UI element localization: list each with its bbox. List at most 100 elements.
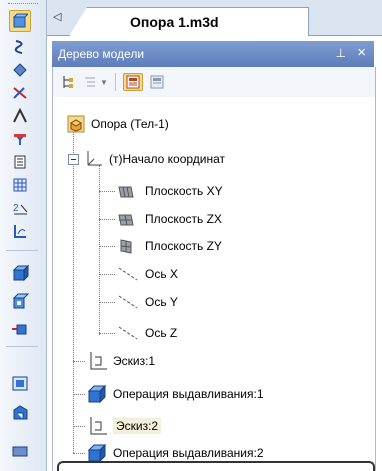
tree-connector: [99, 191, 115, 192]
axis-line-icon: [118, 326, 138, 340]
cube-icon: [12, 13, 28, 28]
panel-icon: [126, 75, 140, 89]
part-icon: [67, 115, 85, 133]
filter-tree-button[interactable]: [147, 73, 167, 91]
surface-button[interactable]: [9, 372, 31, 394]
curve-icon: [14, 40, 23, 54]
model-editing-mode-button[interactable]: [9, 10, 31, 32]
tree-item-plane-xy[interactable]: Плоскость XY: [117, 182, 223, 200]
shell-button[interactable]: [9, 402, 31, 424]
tree-item-label: Плоскость ZY: [145, 239, 222, 253]
sketch-icon: [14, 225, 26, 238]
auxiliary-geometry-button[interactable]: [9, 82, 31, 104]
toolbar-grip[interactable]: [8, 3, 38, 7]
axis-line-icon: [118, 267, 138, 281]
extrude-icon: [12, 264, 29, 282]
tree-item-extrude-1[interactable]: Операция выдавливания:1: [87, 384, 264, 404]
model-tree-toolbar: ▼: [52, 67, 376, 97]
tree-item-axis-z[interactable]: Ось Z: [117, 324, 177, 342]
angle-icon: [13, 108, 27, 123]
toolbar-separator: [6, 250, 38, 251]
tree-item-plane-zy[interactable]: Плоскость ZY: [117, 237, 222, 255]
tree-view-mode-button[interactable]: [81, 73, 99, 91]
tree-item-sketch-1[interactable]: Эскиз:1: [87, 352, 155, 370]
table-button[interactable]: [9, 174, 31, 196]
tree-item-label: Плоскость ZX: [145, 212, 222, 226]
array-button[interactable]: [9, 318, 31, 340]
chevron-down-icon: ▼: [100, 77, 108, 87]
points-button[interactable]: [9, 59, 31, 81]
collapse-icon[interactable]: [68, 153, 79, 165]
tree-connector: [73, 361, 85, 362]
tree-item-label: (т)Начало координат: [109, 152, 226, 166]
cut-extrude-icon: [12, 293, 29, 309]
pin-icon[interactable]: ⊥: [336, 46, 346, 60]
svg-text:2: 2: [13, 203, 19, 214]
filter-icon: [14, 134, 26, 145]
tree-item-extrude-2[interactable]: Операция выдавливания:2: [87, 443, 264, 463]
measure-button[interactable]: 2: [9, 197, 31, 219]
tree-connector: [73, 453, 85, 454]
tree-item-label: Эскиз:1: [113, 354, 156, 368]
tool-icon: [12, 446, 28, 457]
measure-icon: 2: [13, 203, 28, 215]
plane-icon: [118, 214, 134, 226]
origin-icon: [87, 151, 102, 166]
list-view-icon: [85, 77, 95, 87]
show-tree-button[interactable]: [123, 73, 143, 91]
tree-connector: [73, 426, 85, 427]
extrude-icon: [87, 443, 107, 463]
close-icon[interactable]: ×: [357, 44, 366, 61]
grid-icon: [13, 178, 27, 192]
tab-active-document[interactable]: Опора 1.m3d: [69, 7, 309, 36]
tree-item-origin[interactable]: (т)Начало координат: [68, 150, 225, 168]
model-tree-panel-header: Дерево модели ⊥ ×: [52, 41, 374, 67]
plane-icon: [120, 239, 132, 254]
tree-item-axis-y[interactable]: Ось Y: [117, 293, 178, 311]
tab-label: Опора 1.m3d: [130, 14, 219, 30]
plane-icon: [118, 186, 134, 198]
tree-item-label: Опора (Тел-1): [91, 117, 169, 131]
tree-item-label: Ось X: [145, 267, 178, 281]
tree-structure-button[interactable]: [59, 73, 77, 91]
cut-button[interactable]: [9, 290, 31, 312]
tree-item-label: Ось Z: [145, 326, 178, 340]
left-toolbar: 2: [0, 0, 47, 471]
filter-button[interactable]: [9, 128, 31, 150]
specification-button[interactable]: [9, 151, 31, 173]
tree-connector: [99, 219, 115, 220]
diamond-icon: [13, 63, 27, 77]
tree-connector: [99, 302, 115, 303]
tree-connector: [99, 274, 115, 275]
more-tools-button[interactable]: [9, 440, 31, 462]
sketch-button[interactable]: [9, 220, 31, 242]
tree-item-plane-zx[interactable]: Плоскость ZX: [117, 210, 222, 228]
tree-item-label: Плоскость XY: [145, 184, 223, 198]
tree-connector: [73, 131, 74, 453]
extrude-button[interactable]: [9, 262, 31, 284]
tree-connector: [73, 394, 85, 395]
document-icon: [14, 155, 26, 169]
tree-item-root[interactable]: Опора (Тел-1): [67, 115, 169, 133]
tab-scroll-left-icon[interactable]: ◁: [53, 10, 61, 23]
sketch-icon: [90, 352, 107, 370]
tree-item-axis-x[interactable]: Ось X: [117, 265, 178, 283]
shell-icon: [13, 405, 28, 420]
axis-icon: [13, 87, 27, 99]
tree-item-label: Операция выдавливания:2: [113, 446, 264, 460]
sketch-icon: [90, 417, 107, 435]
tree-view-dropdown[interactable]: ▼: [99, 73, 109, 91]
dimensions-button[interactable]: [9, 105, 31, 127]
horizontal-scrollbar[interactable]: [57, 461, 375, 471]
panel-title: Дерево модели: [58, 47, 145, 61]
tree-structure-icon: [63, 76, 73, 88]
document-tab-bar: ◁ Опора 1.m3d: [47, 0, 382, 36]
toolbar-separator: [6, 346, 38, 347]
array-icon: [12, 324, 27, 335]
tree-item-label: Ось Y: [145, 295, 178, 309]
filter-panel-icon: [150, 75, 164, 89]
tree-item-sketch-2[interactable]: Эскиз:2: [87, 417, 162, 435]
axis-line-icon: [118, 295, 138, 309]
tree-connector: [99, 246, 115, 247]
curves-button[interactable]: [9, 36, 31, 58]
